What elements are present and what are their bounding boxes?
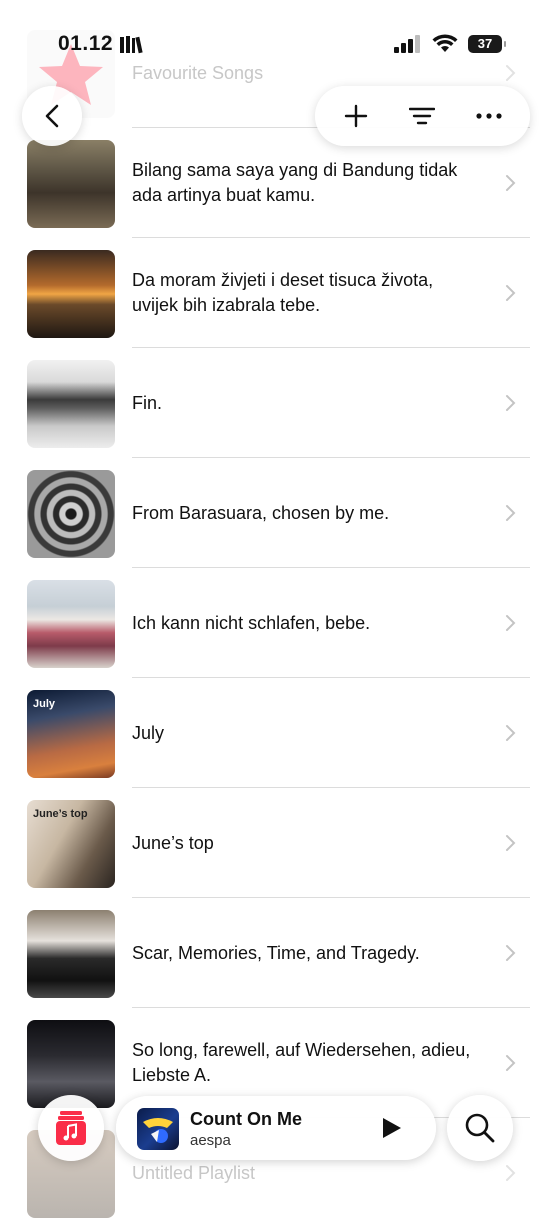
chevron-right-icon xyxy=(506,175,516,191)
battery-indicator: 37 xyxy=(468,34,506,53)
wifi-icon xyxy=(432,34,458,52)
playlist-artwork xyxy=(27,470,115,558)
chevron-right-icon xyxy=(506,505,516,521)
playlist-list: Favourite Songs Bilang sama saya yang di… xyxy=(0,18,552,1228)
list-item[interactable]: Fin. xyxy=(0,348,552,458)
status-bar: 01.12 37 xyxy=(0,0,552,60)
search-icon xyxy=(465,1113,495,1143)
chevron-right-icon xyxy=(506,395,516,411)
playlist-title: Scar, Memories, Time, and Tragedy. xyxy=(132,942,420,963)
playlist-title: Da moram živjeti i deset tisuca života, … xyxy=(132,270,434,315)
music-library-icon xyxy=(56,1111,86,1145)
playlist-artwork xyxy=(27,250,115,338)
list-item[interactable]: Da moram živjeti i deset tisuca života, … xyxy=(0,238,552,348)
playlist-artwork: June’s top xyxy=(27,800,115,888)
playlist-title: July xyxy=(132,722,165,743)
list-item[interactable]: June’s top June’s top xyxy=(0,788,552,898)
now-playing-title: Count On Me xyxy=(190,1109,302,1129)
playlist-title: From Barasuara, chosen by me. xyxy=(132,502,390,523)
chevron-right-icon xyxy=(506,65,516,81)
cellular-signal-icon xyxy=(394,34,420,53)
chevron-right-icon xyxy=(506,285,516,301)
playlist-artwork xyxy=(27,360,115,448)
chevron-right-icon xyxy=(506,1055,516,1071)
now-playing-artist: aespa xyxy=(190,1132,231,1149)
playlist-title: June’s top xyxy=(132,832,214,853)
list-item[interactable]: From Barasuara, chosen by me. xyxy=(0,458,552,568)
play-button[interactable] xyxy=(378,1114,406,1142)
playlist-artwork xyxy=(27,580,115,668)
artwork-label: June’s top xyxy=(33,808,88,820)
chevron-right-icon xyxy=(506,1165,516,1181)
more-ellipsis-icon xyxy=(476,113,502,119)
playlist-artwork xyxy=(27,910,115,998)
playlist-artwork: July xyxy=(27,690,115,778)
now-playing-artwork xyxy=(137,1108,179,1150)
more-button[interactable] xyxy=(464,91,514,141)
playlist-title: Fin. xyxy=(132,392,163,413)
status-time: 01.12 xyxy=(58,32,114,55)
list-item[interactable]: Scar, Memories, Time, and Tragedy. xyxy=(0,898,552,1008)
library-books-icon xyxy=(120,36,143,54)
chevron-right-icon xyxy=(506,835,516,851)
artwork-label: July xyxy=(33,698,56,710)
bottom-bar: Count On Me aespa xyxy=(0,1095,552,1165)
playlist-title: Ich kann nicht schlafen, bebe. xyxy=(132,612,371,633)
album-art-graphic xyxy=(143,1118,173,1143)
search-button[interactable] xyxy=(447,1095,513,1161)
library-tab-button[interactable] xyxy=(38,1095,104,1161)
chevron-right-icon xyxy=(506,615,516,631)
plus-icon xyxy=(344,104,368,128)
mini-player[interactable]: Count On Me aespa xyxy=(116,1096,436,1160)
action-pill xyxy=(315,86,530,146)
play-icon xyxy=(383,1118,401,1138)
sort-lines-icon xyxy=(409,107,436,125)
chevron-right-icon xyxy=(506,725,516,741)
list-item[interactable]: Ich kann nicht schlafen, bebe. xyxy=(0,568,552,678)
sort-button[interactable] xyxy=(397,91,447,141)
chevron-left-icon xyxy=(45,104,59,128)
playlist-artwork xyxy=(27,140,115,228)
chevron-right-icon xyxy=(506,945,516,961)
add-button[interactable] xyxy=(331,91,381,141)
back-button[interactable] xyxy=(22,86,82,146)
list-item[interactable]: July July xyxy=(0,678,552,788)
